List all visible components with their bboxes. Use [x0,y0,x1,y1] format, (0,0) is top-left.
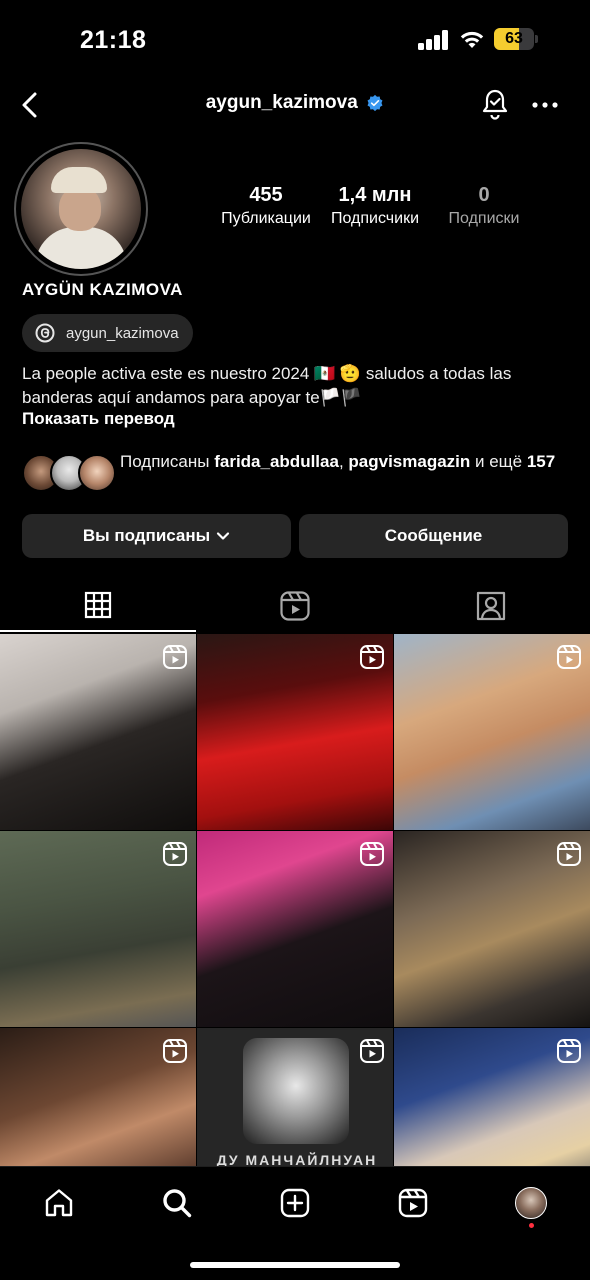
post-thumbnail [243,1038,349,1144]
followers-count[interactable]: 1,4 млн Подписчики [324,184,426,228]
notification-bell-icon [482,89,508,120]
followers-count-label: Подписчики [330,210,419,227]
reels-icon [398,1188,428,1218]
reel-badge-icon [360,842,384,866]
bio-line-1: La people activa este es nuestro 2024 🇲🇽… [22,364,512,383]
followed-by-prefix: Подписаны [120,452,215,471]
reel-badge-icon [557,1039,581,1063]
create-icon [280,1188,310,1218]
chevron-down-icon [217,532,230,540]
following-count-value: 0 [478,184,490,206]
search-icon [163,1189,192,1218]
notification-dot [529,1223,534,1228]
profile-photo [21,149,141,269]
reel-badge-icon [557,842,581,866]
more-options-button[interactable] [528,88,562,122]
home-indicator [190,1262,400,1268]
profile-stats: 455 Публикации 1,4 млн Подписчики 0 Подп… [210,184,540,234]
nav-search[interactable] [152,1181,202,1225]
mutual-avatar-3 [78,454,116,492]
status-bar: 21:18 63 [0,0,590,80]
content-tabs [0,580,590,632]
message-button[interactable]: Сообщение [299,514,568,558]
posts-count-value: 455 [249,184,283,206]
bio-line-2: banderas aquí andamos para apoyar te🏳️🏴 [22,388,363,407]
notifications-button[interactable] [478,86,512,122]
grid-post[interactable] [394,831,590,1027]
posts-count[interactable]: 455 Публикации [216,184,316,228]
threads-icon [35,323,55,343]
followed-by-more-count: 157 [526,452,556,471]
grid-icon [84,591,112,619]
more-options-icon [532,102,558,108]
profile-header: aygun_kazimova [0,80,590,130]
profile-actions: Вы подписаны Сообщение [22,514,568,558]
grid-post[interactable] [197,634,393,830]
tab-reels[interactable] [197,580,393,632]
posts-count-label: Публикации [221,210,311,227]
reel-badge-icon [163,842,187,866]
grid-post[interactable] [0,831,196,1027]
home-icon [45,1189,73,1217]
reel-badge-icon [360,645,384,669]
reel-badge-icon [557,645,581,669]
threads-link[interactable]: aygun_kazimova [22,314,193,352]
following-button-label: Вы подписаны [82,526,211,545]
nav-create[interactable] [270,1181,320,1225]
mutual-user-2[interactable]: pagvismagazin [348,452,470,471]
following-count[interactable]: 0 Подписки [436,184,532,228]
grid-post[interactable] [0,1028,196,1174]
following-count-label: Подписки [448,210,520,227]
followed-by-and-more: и ещё [470,452,527,471]
tab-grid[interactable] [0,580,196,632]
grid-post[interactable] [197,831,393,1027]
show-translation-link[interactable]: Показать перевод [22,409,175,429]
battery-icon: 63 [494,28,538,50]
following-button[interactable]: Вы подписаны [22,514,291,558]
reel-badge-icon [360,1039,384,1063]
followers-count-value: 1,4 млн [338,184,412,206]
status-time: 21:18 [80,26,147,54]
threads-handle: aygun_kazimova [66,324,179,342]
profile-avatar-small [515,1187,547,1219]
verified-badge-icon [367,94,383,112]
mutual-user-1[interactable]: farida_abdullaa [214,452,339,471]
display-name: AYGÜN KAZIMOVA [22,280,183,299]
followed-by-text: Подписаны farida_abdullaa, pagvismagazin… [120,450,570,474]
grid-post[interactable] [394,634,590,830]
posts-grid: ДУ МАНЧАЙЛНУАН [0,634,590,1174]
nav-reels[interactable] [388,1181,438,1225]
bio: La people activa este es nuestro 2024 🇲🇽… [22,362,570,410]
cellular-signal-icon [418,30,450,50]
profile-avatar[interactable] [14,142,148,276]
mutual-followers-avatars [22,454,116,494]
reels-icon [280,591,310,621]
nav-profile[interactable] [506,1181,556,1228]
followed-by[interactable]: Подписаны farida_abdullaa, pagvismagazin… [22,450,570,500]
tagged-person-icon [476,591,506,621]
battery-percent: 63 [505,30,523,47]
reel-badge-icon [163,645,187,669]
reel-badge-icon [163,1039,187,1063]
grid-post[interactable]: ДУ МАНЧАЙЛНУАН [197,1028,393,1174]
nav-home[interactable] [34,1181,84,1225]
tab-tagged[interactable] [393,580,589,632]
grid-post[interactable] [394,1028,590,1174]
wifi-icon [458,28,486,50]
followed-by-separator: , [338,452,349,471]
username: aygun_kazimova [205,92,358,113]
grid-post[interactable] [0,634,196,830]
